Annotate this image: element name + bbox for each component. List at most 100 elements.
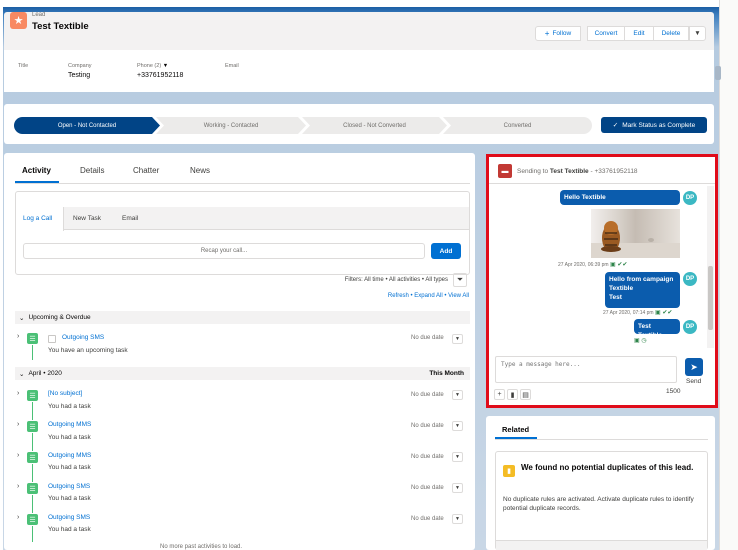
due-date-text: No due date — [411, 485, 444, 491]
timeline-line — [32, 526, 33, 542]
filter-icon[interactable]: ⏷ — [453, 273, 467, 287]
panel-collapse-handle[interactable] — [715, 66, 721, 80]
item-menu-button[interactable]: ▼ — [452, 421, 463, 431]
path-stage-working[interactable]: Working - Contacted — [156, 117, 306, 134]
duplicates-description: No duplicate rules are activated. Activa… — [503, 496, 694, 512]
chevron-right-icon[interactable]: › — [17, 514, 19, 521]
tab-news[interactable]: News — [190, 166, 210, 175]
task-icon: ☰ — [27, 483, 38, 494]
timeline-item-subtitle: You had a task — [48, 526, 91, 533]
item-menu-button[interactable]: ▼ — [452, 483, 463, 493]
chat-header: Sending to Test Textible - +33761952118 — [517, 168, 638, 175]
attachment-icon[interactable]: ▮ — [507, 389, 518, 400]
character-count: 1500 — [666, 388, 681, 395]
timeline-item-subtitle: You have an upcoming task — [48, 347, 128, 354]
timestamp-text: 27 Apr 2020, 06:39 pm — [558, 262, 609, 268]
record-title: Test Textible — [32, 21, 89, 32]
mark-status-complete-button[interactable]: ✓ Mark Status as Complete — [601, 117, 707, 133]
timeline-line — [32, 433, 33, 451]
avatar: DP — [683, 320, 697, 334]
convert-button[interactable]: Convert — [587, 26, 625, 41]
related-tab-divider — [495, 439, 708, 440]
tiger-photo-icon — [591, 221, 680, 258]
lead-star-icon: ★ — [10, 12, 27, 29]
title-field-label: Title — [18, 63, 29, 69]
message-input[interactable] — [495, 356, 677, 383]
tab-chatter[interactable]: Chatter — [133, 166, 159, 175]
timeline-item-title[interactable]: Outgoing SMS — [48, 514, 90, 521]
month-section-header[interactable]: ⌄ April • 2020 This Month — [15, 367, 470, 380]
message-status: ▣ ◷ — [634, 337, 647, 344]
utility-side-strip — [719, 0, 738, 550]
chevron-right-icon[interactable]: › — [17, 452, 19, 459]
contact-phone: - +33761952118 — [590, 168, 638, 175]
due-date-text: No due date — [411, 335, 444, 341]
template-icon[interactable]: ▤ — [520, 389, 531, 400]
timeline-item-title[interactable]: Outgoing MMS — [48, 452, 91, 459]
timeline-line — [32, 464, 33, 482]
task-icon: ☰ — [27, 421, 38, 432]
tab-activity[interactable]: Activity — [22, 166, 51, 175]
composer-tab-log-call[interactable]: Log a Call — [23, 215, 52, 222]
upcoming-section-header[interactable]: ⌄ Upcoming & Overdue — [15, 311, 470, 324]
timeline-item-subtitle: You had a task — [48, 495, 91, 502]
due-date-text: No due date — [411, 392, 444, 398]
composer-tab-email[interactable]: Email — [122, 215, 138, 222]
plus-icon: + — [544, 29, 550, 38]
task-icon: ☰ — [27, 452, 38, 463]
chevron-down-icon: ▼ — [694, 30, 701, 37]
message-line: Test — [609, 294, 622, 301]
chevron-right-icon[interactable]: › — [17, 421, 19, 428]
chevron-right-icon[interactable]: › — [17, 333, 19, 340]
item-menu-button[interactable]: ▼ — [452, 514, 463, 524]
path-stage-closed[interactable]: Closed - Not Converted — [302, 117, 447, 134]
task-icon: ☰ — [27, 390, 38, 401]
chat-header-divider — [489, 183, 715, 184]
avatar: DP — [683, 272, 697, 286]
activity-filters-text: Filters: All time • All activities • All… — [344, 277, 448, 283]
path-stage-converted[interactable]: Converted — [443, 117, 592, 134]
path-stage-open[interactable]: Open - Not Contacted — [14, 117, 160, 134]
email-field-label: Email — [225, 63, 239, 69]
task-checkbox[interactable] — [48, 335, 56, 343]
timeline-item-subtitle: You had a task — [48, 403, 91, 410]
activity-composer — [15, 191, 470, 275]
delete-button[interactable]: Delete — [653, 26, 689, 41]
chat-scrollbar-thumb[interactable] — [708, 266, 713, 330]
chevron-right-icon[interactable]: › — [17, 390, 19, 397]
pending-clock-icon: ▣ ◷ — [634, 338, 647, 344]
chevron-right-icon[interactable]: › — [17, 483, 19, 490]
item-menu-button[interactable]: ▼ — [452, 334, 463, 344]
timeline-line — [32, 402, 33, 420]
message-bubble: Test Textible — [634, 319, 680, 339]
tab-divider — [15, 183, 470, 184]
send-button[interactable]: ➤ — [685, 358, 703, 376]
plus-icon[interactable]: + — [494, 389, 505, 400]
more-actions-button[interactable]: ▼ — [689, 26, 706, 41]
follow-button[interactable]: + Follow — [535, 26, 581, 41]
message-timestamp: 27 Apr 2020, 06:39 pm ▣ ✔✔ — [558, 261, 627, 268]
tab-details[interactable]: Details — [80, 166, 104, 175]
edit-button[interactable]: Edit — [624, 26, 654, 41]
task-icon: ☰ — [27, 333, 38, 344]
tab-related[interactable]: Related — [502, 425, 529, 434]
caret-down-icon: ▼ — [162, 63, 169, 69]
timestamp-text: 27 Apr 2020, 07:14 pm — [603, 310, 654, 316]
phone-field-label[interactable]: Phone (2) ▼ — [137, 63, 168, 69]
activity-links[interactable]: Refresh • Expand All • View All — [300, 293, 469, 299]
item-menu-button[interactable]: ▼ — [452, 452, 463, 462]
timeline-line — [32, 495, 33, 513]
send-label: Send — [686, 378, 702, 385]
timeline-item-title[interactable]: Outgoing SMS — [62, 334, 104, 341]
month-title: April • 2020 — [28, 370, 62, 377]
timeline-item-subtitle: You had a task — [48, 464, 91, 471]
timeline-item-title[interactable]: Outgoing MMS — [48, 421, 91, 428]
add-call-button[interactable]: Add — [431, 243, 461, 259]
recap-call-input[interactable]: Recap your call... — [23, 243, 425, 259]
item-menu-button[interactable]: ▼ — [452, 390, 463, 400]
timeline-item-title[interactable]: [No subject] — [48, 390, 82, 397]
active-tab-indicator — [15, 181, 59, 183]
composer-tab-new-task[interactable]: New Task — [73, 215, 101, 222]
mms-image[interactable] — [591, 209, 680, 258]
timeline-item-title[interactable]: Outgoing SMS — [48, 483, 90, 490]
